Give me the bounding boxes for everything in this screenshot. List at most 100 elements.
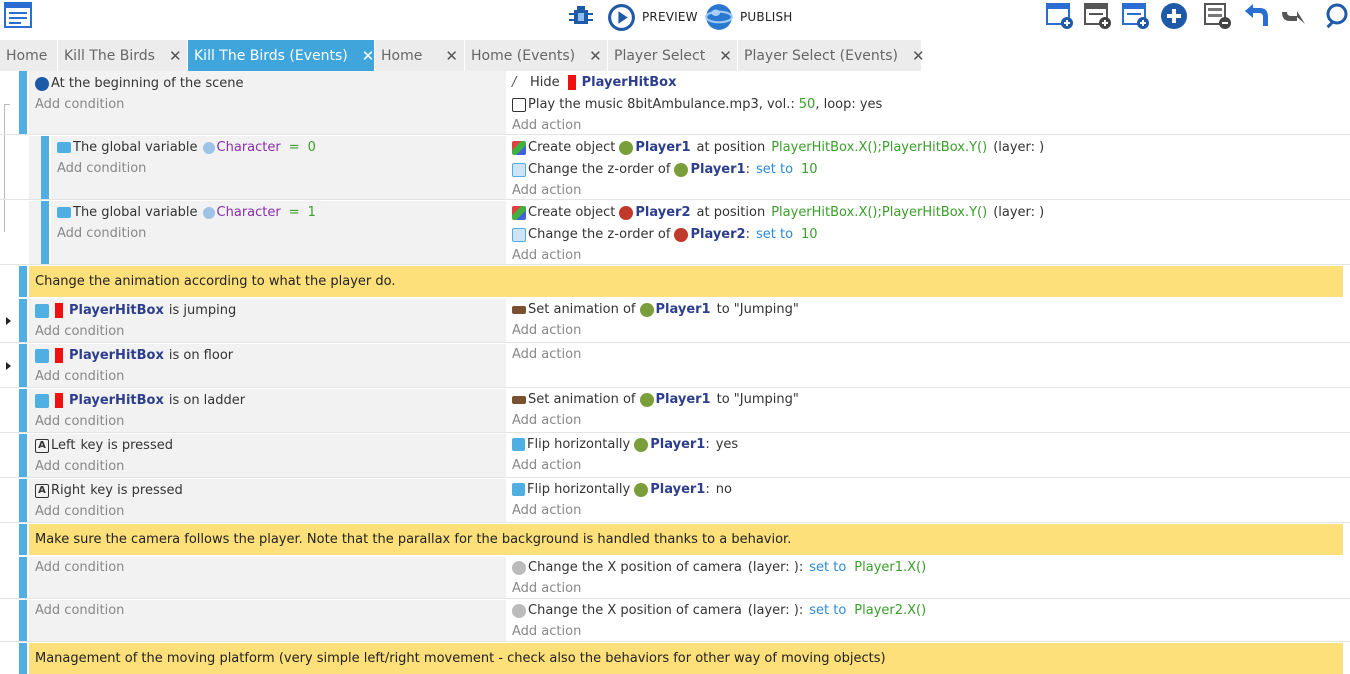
undo-icon[interactable] [1242, 2, 1270, 30]
redo-icon[interactable] [1280, 2, 1308, 30]
tab-player-select-events[interactable]: Player Select (Events) ✕ [738, 40, 925, 71]
collapse-arrow-icon[interactable] [6, 362, 11, 370]
actions-column: / Hide PlayerHitBox Play the music 8bitA… [507, 71, 1343, 134]
add-action-link[interactable]: Add action [512, 455, 581, 476]
player1-sprite-icon [674, 162, 689, 177]
event-character-1[interactable]: The global variable Character = 1 Add co… [0, 201, 1350, 264]
action[interactable]: Create object Player2 at position Player… [512, 202, 1044, 223]
delete-icon[interactable] [1204, 2, 1232, 30]
event-camera-player1[interactable]: Add condition Change the X position of c… [0, 557, 1350, 598]
add-other-icon[interactable] [1160, 2, 1188, 30]
add-condition-link[interactable]: Add condition [57, 223, 146, 244]
actions-column: Flip horizontally Player1 : no Add actio… [507, 479, 1343, 522]
comment-camera[interactable]: Make sure the camera follows the player.… [0, 524, 1350, 555]
condition[interactable]: PlayerHitBox is on floor [35, 345, 233, 366]
add-condition-link[interactable]: Add condition [35, 411, 124, 432]
add-condition-link[interactable]: Add condition [35, 600, 124, 621]
add-condition-link[interactable]: Add condition [35, 456, 124, 477]
action[interactable]: Set animation of Player1 to "Jumping" [512, 389, 799, 410]
condition[interactable]: PlayerHitBox is jumping [35, 300, 236, 321]
action[interactable]: Change the X position of camera (layer: … [512, 557, 926, 578]
tab-home[interactable]: Home [0, 40, 58, 71]
collapse-arrow-icon[interactable] [6, 317, 11, 325]
add-action-link[interactable]: Add action [512, 621, 581, 642]
action[interactable]: Flip horizontally Player1 : yes [512, 434, 738, 455]
add-action-link[interactable]: Add action [512, 180, 581, 201]
add-action-link[interactable]: Add action [512, 500, 581, 521]
add-condition-link[interactable]: Add condition [35, 321, 124, 342]
debugger-icon[interactable] [567, 2, 595, 30]
z-order-icon [512, 162, 526, 177]
condition[interactable]: PlayerHitBox is on ladder [35, 390, 245, 411]
action[interactable]: Change the z-order of Player1 : set to 1… [512, 159, 818, 180]
action[interactable]: Change the X position of camera (layer: … [512, 600, 926, 621]
separator [0, 342, 1350, 343]
event-beginning-of-scene[interactable]: At the beginning of the scene Add condit… [0, 71, 1350, 134]
action[interactable]: Set animation of Player1 to "Jumping" [512, 299, 799, 320]
add-action-link[interactable]: Add action [512, 320, 581, 341]
add-action-link[interactable]: Add action [512, 578, 581, 599]
close-icon[interactable]: ✕ [445, 47, 458, 65]
action[interactable]: Flip horizontally Player1 : no [512, 479, 732, 500]
publish-button[interactable]: PUBLISH [704, 0, 793, 34]
preview-button[interactable]: PREVIEW [607, 0, 698, 34]
add-action-link[interactable]: Add action [512, 410, 581, 431]
comment-moving-platform[interactable]: Management of the moving platform (very … [0, 643, 1350, 674]
tab-kill-the-birds[interactable]: Kill The Birds ✕ [58, 40, 188, 71]
event-character-0[interactable]: The global variable Character = 0 Add co… [0, 136, 1350, 199]
close-icon[interactable]: ✕ [169, 47, 182, 65]
condition[interactable]: At the beginning of the scene [35, 73, 243, 94]
add-condition-link[interactable]: Add condition [35, 501, 124, 522]
event-is-jumping[interactable]: PlayerHitBox is jumping Add condition Se… [0, 299, 1350, 342]
tab-player-select[interactable]: Player Select ✕ [608, 40, 738, 71]
project-manager-icon[interactable] [4, 2, 32, 30]
condition[interactable]: A Left key is pressed [35, 435, 173, 456]
event-bar [19, 643, 27, 674]
conditions-column: The global variable Character = 1 Add co… [51, 201, 506, 264]
action[interactable]: Play the music 8bitAmbulance.mp3, vol.: … [512, 94, 882, 115]
add-comment-icon[interactable] [1122, 2, 1150, 30]
search-icon[interactable] [1322, 2, 1350, 30]
conditions-column: Add condition [29, 557, 506, 598]
close-icon[interactable]: ✕ [362, 47, 375, 65]
add-event-icon[interactable] [1046, 2, 1074, 30]
add-subevent-icon[interactable] [1084, 2, 1112, 30]
comment-text[interactable]: Change the animation according to what t… [29, 266, 1343, 297]
action[interactable]: Create object Player1 at position Player… [512, 137, 1044, 158]
object-name: Player1 [650, 482, 706, 497]
comment-text[interactable]: Make sure the camera follows the player.… [29, 524, 1343, 555]
close-icon[interactable]: ✕ [719, 47, 732, 65]
comment-animation[interactable]: Change the animation according to what t… [0, 266, 1350, 297]
separator [0, 432, 1350, 433]
action[interactable]: / Hide PlayerHitBox [512, 72, 676, 93]
add-action-link[interactable]: Add action [512, 245, 581, 266]
comment-text[interactable]: Management of the moving platform (very … [29, 643, 1343, 674]
action-text: Change the z-order of [528, 162, 671, 177]
add-condition-link[interactable]: Add condition [57, 158, 146, 179]
scene-start-icon [35, 76, 49, 91]
event-bar [19, 71, 27, 134]
add-condition-link[interactable]: Add condition [35, 366, 124, 387]
add-condition-link[interactable]: Add condition [35, 94, 124, 115]
event-right-key[interactable]: A Right key is pressed Add condition Fli… [0, 479, 1350, 522]
add-condition-link[interactable]: Add condition [35, 557, 124, 578]
event-camera-player2[interactable]: Add condition Change the X position of c… [0, 600, 1350, 641]
keyboard-icon: A [35, 483, 49, 498]
tab-home-events[interactable]: Home (Events) ✕ [465, 40, 608, 71]
event-is-on-floor[interactable]: PlayerHitBox is on floor Add condition A… [0, 344, 1350, 387]
event-left-key[interactable]: A Left key is pressed Add condition Flip… [0, 434, 1350, 477]
tab-kill-the-birds-events[interactable]: Kill The Birds (Events) ✕ [188, 40, 375, 71]
event-bar [19, 389, 27, 432]
add-action-link[interactable]: Add action [512, 344, 581, 365]
action[interactable]: Change the z-order of Player2 : set to 1… [512, 224, 818, 245]
add-action-link[interactable]: Add action [512, 115, 581, 136]
close-icon[interactable]: ✕ [589, 47, 602, 65]
condition[interactable]: The global variable Character = 0 [57, 137, 316, 158]
separator [0, 134, 1350, 135]
tab-home-2[interactable]: Home ✕ [375, 40, 465, 71]
condition[interactable]: The global variable Character = 1 [57, 202, 316, 223]
close-icon[interactable]: ✕ [912, 47, 925, 65]
event-is-on-ladder[interactable]: PlayerHitBox is on ladder Add condition … [0, 389, 1350, 432]
condition[interactable]: A Right key is pressed [35, 480, 183, 501]
tab-label: Home [6, 47, 48, 64]
